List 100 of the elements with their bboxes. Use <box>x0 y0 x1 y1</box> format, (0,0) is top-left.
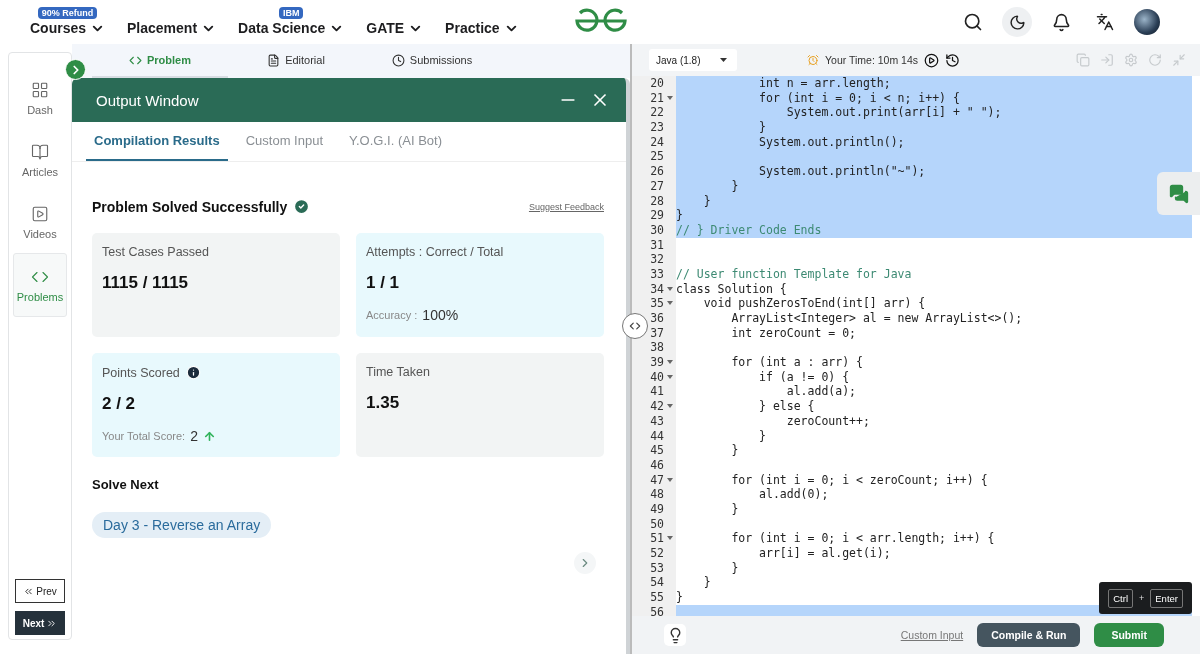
card-value: 1 / 1 <box>366 273 401 293</box>
document-icon <box>267 53 281 67</box>
line-number: 35 <box>632 296 676 311</box>
clock-icon <box>391 53 405 67</box>
line-number: 23 <box>632 120 676 135</box>
card-title: Points Scored <box>102 365 180 380</box>
code-line: ArrayList<Integer> al = new ArrayList<>(); <box>730 311 1023 326</box>
sidebar-item[interactable]: Videos <box>13 191 67 253</box>
key-label: Ctrl <box>1108 588 1133 608</box>
line-number: 55 <box>632 590 676 605</box>
code-line: if (a != 0) { <box>758 369 850 385</box>
next-button[interactable]: Next <box>15 611 65 635</box>
fold-icon[interactable] <box>667 374 673 379</box>
line-number: 54 <box>632 575 676 591</box>
line-number: 42 <box>632 399 676 414</box>
code-line: class Solution { <box>676 281 787 297</box>
card-value: 1115 / 1115 <box>102 273 190 293</box>
code-line: } else { <box>758 399 815 414</box>
line-number: 32 <box>632 252 676 267</box>
grid-icon <box>31 80 49 99</box>
sidebar-item[interactable]: Articles <box>13 129 67 191</box>
nav-badge: IBM <box>278 7 304 19</box>
code-line: arr[i] = al.get(i); <box>758 546 891 561</box>
fold-icon[interactable] <box>667 404 673 409</box>
code-line: } <box>758 428 766 444</box>
fold-icon[interactable] <box>667 286 673 291</box>
code-line: for (int i = 0; i < zeroCount; i++) { <box>730 472 988 488</box>
check-icon <box>293 198 311 215</box>
window-title: Output Window <box>96 91 200 109</box>
nav-menu-item[interactable]: Practice <box>445 20 519 36</box>
card-value: 1.35 <box>366 393 401 413</box>
code-line: } <box>730 501 739 517</box>
note-label: Your Total Score: <box>102 430 186 442</box>
line-number: 25 <box>632 149 676 165</box>
chat-icon[interactable] <box>1157 172 1200 215</box>
sidebar-item[interactable]: Dash <box>13 67 67 129</box>
note-value: 2 <box>190 428 198 444</box>
line-number: 51 <box>632 531 676 546</box>
fold-icon[interactable] <box>667 536 673 541</box>
card-title: Time Taken <box>366 365 430 379</box>
video-icon <box>31 204 49 223</box>
fold-icon[interactable] <box>667 360 673 365</box>
line-number: 41 <box>632 384 676 400</box>
card-value: 2 / 2 <box>102 394 137 414</box>
key-label: Enter <box>1150 588 1183 608</box>
code-line: } <box>702 575 711 591</box>
code-line: al.add(0); <box>758 487 829 502</box>
line-number: 29 <box>632 208 676 223</box>
avatar[interactable] <box>1134 9 1160 35</box>
line-number: 48 <box>632 487 676 502</box>
book-icon <box>31 142 49 161</box>
line-number: 20 <box>632 76 676 91</box>
info-icon[interactable] <box>185 365 201 380</box>
timer-text: Your Time: 10m 14s <box>825 54 918 66</box>
code-line: // User function Template for Java <box>676 266 912 282</box>
code-line: } <box>730 443 739 458</box>
code-line: for (int a : arr) { <box>730 355 863 370</box>
status-message: Problem Solved Successfully <box>92 198 288 215</box>
history-icon[interactable] <box>945 52 960 68</box>
moon-icon[interactable] <box>1002 7 1032 37</box>
output-tab[interactable]: Custom Input <box>237 122 331 161</box>
card-title: Attempts : Correct / Total <box>366 245 504 259</box>
code-line: int zeroCount = 0; <box>730 325 856 341</box>
language-dropdown[interactable]: Java (1.8) <box>649 49 737 71</box>
code-line: } <box>730 560 739 576</box>
line-number: 39 <box>632 355 676 370</box>
nav-menu-item[interactable]: Courses <box>30 20 106 36</box>
code-line: zeroCount++; <box>785 413 870 429</box>
compile-run-button[interactable]: Compile & Run <box>977 623 1081 647</box>
plus-sign: + <box>1139 593 1145 603</box>
note-label: Accuracy : <box>366 309 418 321</box>
section-heading: Solve Next <box>92 477 160 492</box>
alarm-clock-icon <box>807 54 819 66</box>
line-number: 26 <box>632 164 676 179</box>
line-number: 52 <box>632 546 676 561</box>
line-number: 22 <box>632 105 676 121</box>
feedback-link[interactable]: Suggest Feedback <box>528 201 604 212</box>
play-icon[interactable] <box>924 52 939 68</box>
code-line: void pushZerosToEnd(int[] arr) { <box>702 296 926 311</box>
nav-menu-item[interactable]: GATE <box>366 20 424 36</box>
sidebar-item[interactable]: Problems <box>13 253 67 317</box>
code-line: } <box>676 590 683 605</box>
nav-menu-item[interactable]: Data Science <box>238 20 345 36</box>
fold-icon[interactable] <box>667 301 673 306</box>
nav-badge: 90% Refund <box>37 7 98 19</box>
code-line: al.add(a); <box>785 384 856 400</box>
nav-menu-item[interactable]: Placement <box>127 20 217 36</box>
output-tab[interactable]: Y.O.G.I. (AI Bot) <box>341 122 450 161</box>
line-number: 45 <box>632 443 676 458</box>
note-value: 100% <box>422 307 459 323</box>
line-number: 38 <box>632 340 676 356</box>
next-problem-chip[interactable]: Day 3 - Reverse an Array <box>92 512 272 538</box>
logo-icon <box>574 8 628 34</box>
submit-button[interactable]: Submit <box>1094 623 1164 647</box>
fold-icon[interactable] <box>667 477 673 482</box>
lightbulb-icon[interactable] <box>664 624 686 646</box>
problem-tab[interactable]: Editorial <box>228 44 364 78</box>
prev-button[interactable]: Prev <box>15 579 65 603</box>
custom-input-link[interactable]: Custom Input <box>900 629 964 641</box>
problem-tab[interactable]: Submissions <box>364 44 500 78</box>
